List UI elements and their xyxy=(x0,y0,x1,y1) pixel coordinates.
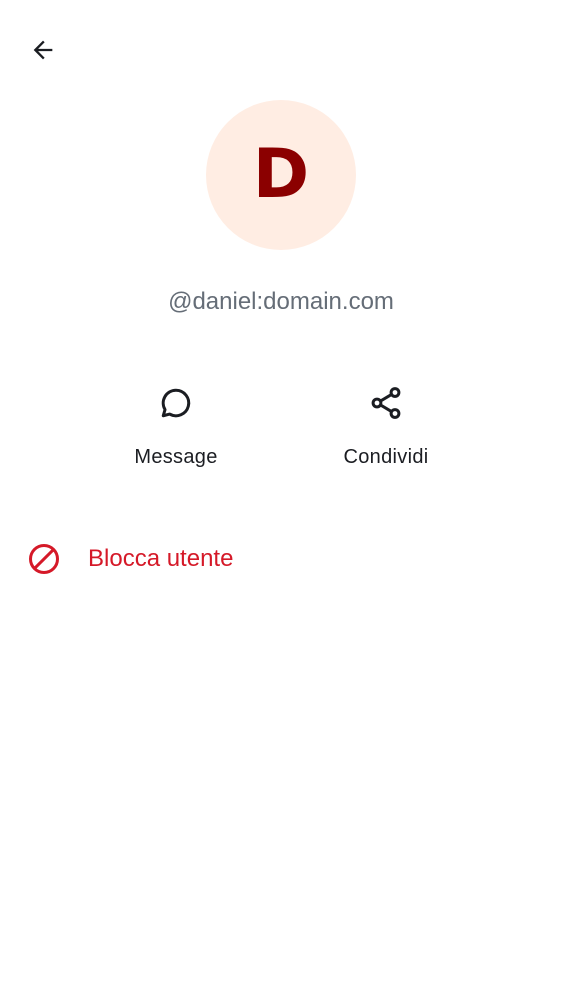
avatar-initial: D xyxy=(252,135,310,214)
user-id: @daniel:domain.com xyxy=(168,288,394,315)
share-label: Condividi xyxy=(343,446,429,468)
block-user-label: Blocca utente xyxy=(88,545,234,572)
block-icon xyxy=(24,539,64,579)
avatar: D xyxy=(206,100,356,250)
message-label: Message xyxy=(134,446,218,468)
block-user-button[interactable]: Blocca utente xyxy=(0,528,562,590)
message-button[interactable]: Message xyxy=(101,378,251,478)
back-button[interactable] xyxy=(20,28,66,72)
arrow-left-icon xyxy=(33,40,53,60)
chat-bubble-icon xyxy=(156,378,196,428)
share-button[interactable]: Condividi xyxy=(311,378,461,478)
share-icon xyxy=(366,378,406,428)
